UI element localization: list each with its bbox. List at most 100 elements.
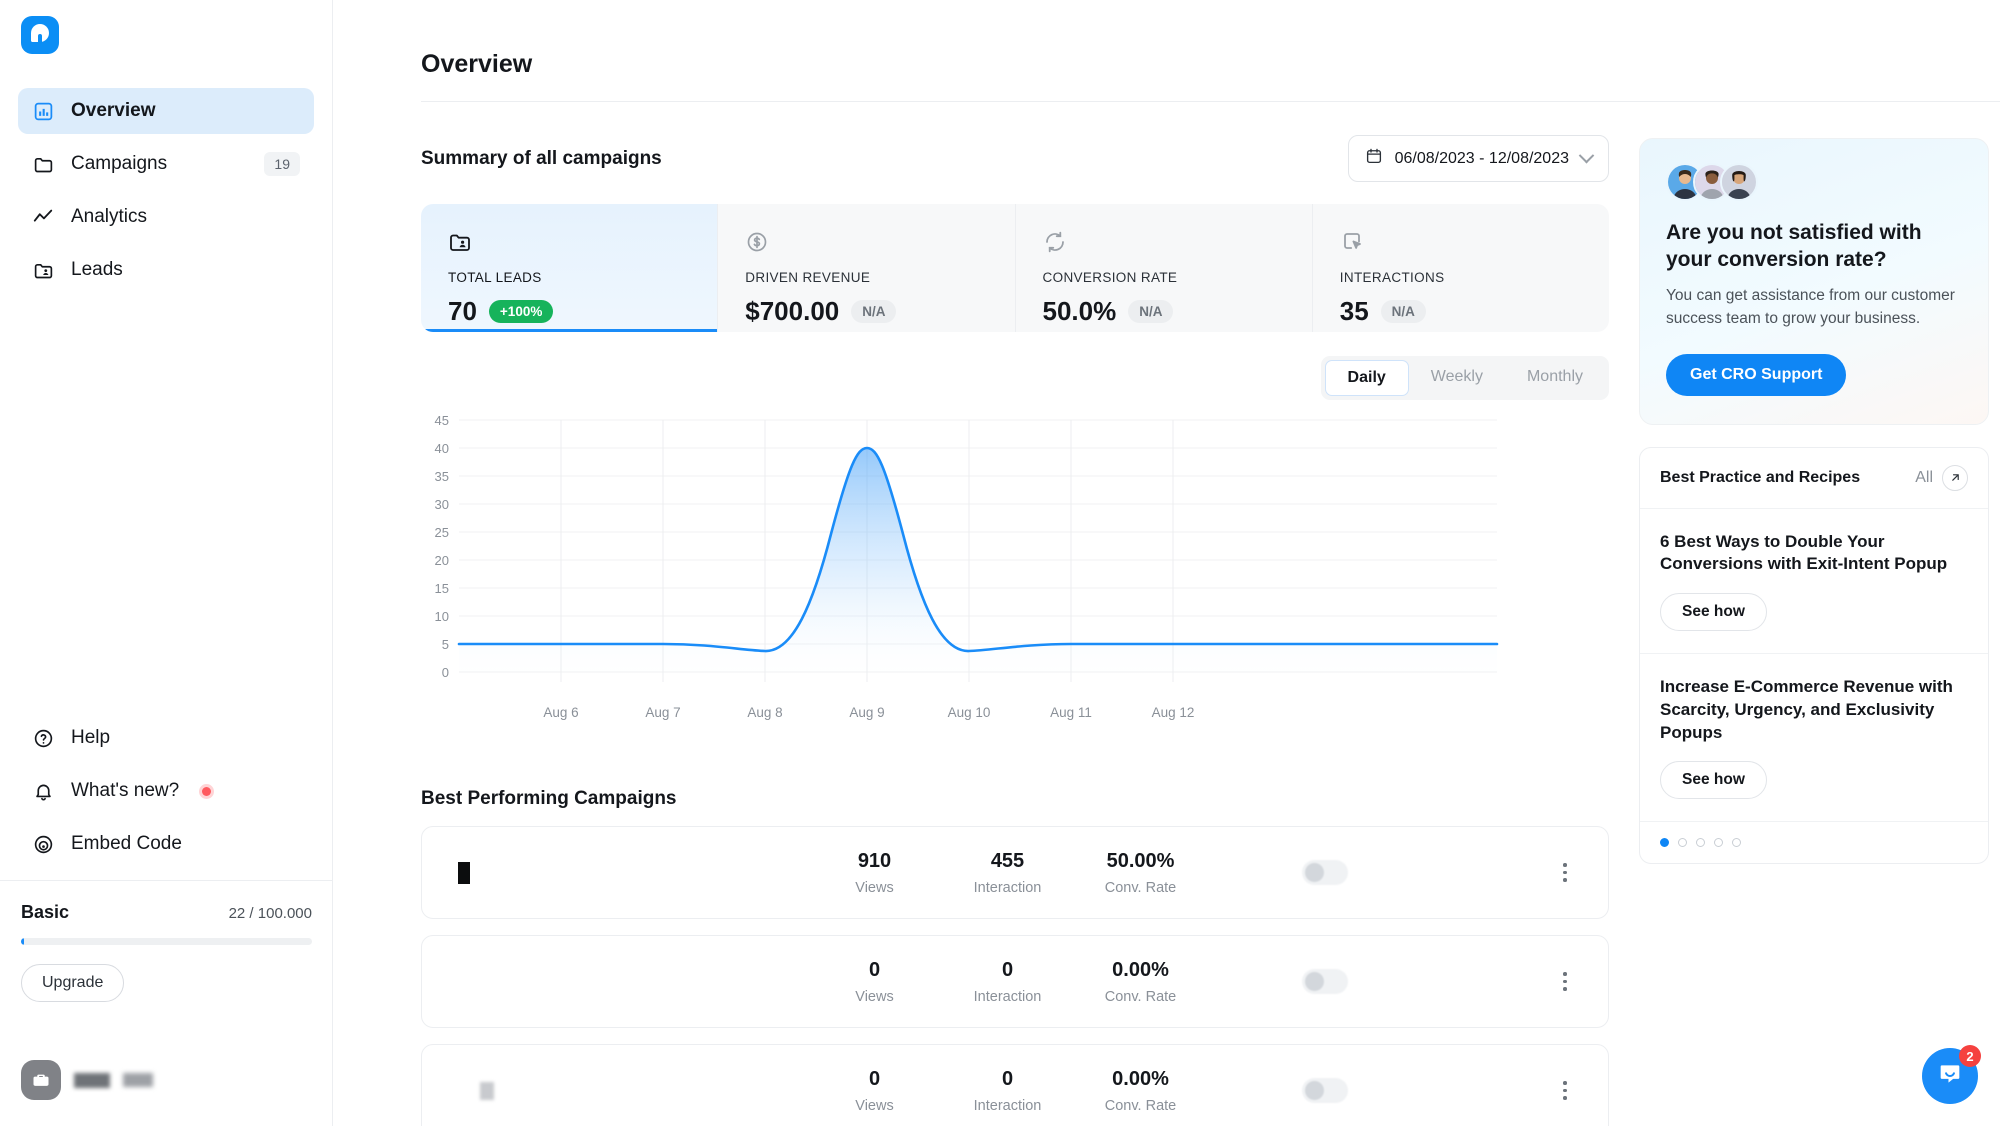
kpi-value: 70 bbox=[448, 296, 477, 326]
see-how-button[interactable]: See how bbox=[1660, 761, 1767, 800]
table-row[interactable]: 0 Views 0 Interaction 0.00% Conv. Rate bbox=[421, 1044, 1609, 1126]
views-label: Views bbox=[855, 1097, 894, 1114]
sidebar-item-help[interactable]: Help bbox=[18, 715, 315, 761]
toggle-cell bbox=[1207, 860, 1552, 885]
new-indicator-dot bbox=[202, 786, 212, 796]
interaction-label: Interaction bbox=[973, 988, 1042, 1005]
svg-text:20: 20 bbox=[435, 553, 449, 568]
kpi-value-row: 50.0% N/A bbox=[1043, 296, 1285, 327]
sidebar-item-whats-new[interactable]: What's new? bbox=[18, 768, 315, 814]
svg-text:30: 30 bbox=[435, 497, 449, 512]
kpi-card-total-leads[interactable]: TOTAL LEADS 70 +100% bbox=[421, 204, 719, 332]
sidebar-item-label: Campaigns bbox=[71, 153, 168, 174]
chart-x-axis-labels: Aug 6 Aug 7 Aug 8 Aug 9 Aug 10 Aug 11 Au… bbox=[543, 705, 1194, 720]
best-practice-all-link[interactable]: All bbox=[1915, 464, 1968, 491]
kpi-label: DRIVEN REVENUE bbox=[745, 270, 871, 285]
sidebar-nav: Overview Campaigns 19 Analytics Leads bbox=[0, 88, 332, 300]
brand-logo-icon[interactable] bbox=[21, 16, 59, 54]
svg-text:Aug 7: Aug 7 bbox=[645, 705, 680, 720]
content-columns: Summary of all campaigns 06/08/2023 - 12… bbox=[333, 102, 2000, 1126]
carousel-dot[interactable] bbox=[1660, 838, 1669, 848]
row-menu-icon[interactable] bbox=[1552, 1081, 1578, 1100]
left-column: Summary of all campaigns 06/08/2023 - 12… bbox=[421, 102, 1609, 1126]
campaign-name-cell bbox=[458, 1081, 808, 1100]
date-range-picker[interactable]: 06/08/2023 - 12/08/2023 bbox=[1347, 135, 1609, 182]
table-row[interactable]: 910 Views 455 Interaction 50.00% Conv. R… bbox=[421, 826, 1609, 919]
interaction-cell: 0 Interaction bbox=[941, 1068, 1074, 1114]
chart-bar-icon bbox=[32, 100, 54, 122]
interaction-value: 0 bbox=[1001, 958, 1014, 981]
sidebar-item-overview[interactable]: Overview bbox=[18, 88, 314, 134]
account-section[interactable] bbox=[21, 1060, 153, 1100]
list-item: 6 Best Ways to Double Your Conversions w… bbox=[1640, 509, 1988, 655]
folder-user-icon bbox=[32, 259, 54, 281]
sidebar-item-label: Help bbox=[71, 727, 111, 748]
sidebar-item-label: Leads bbox=[71, 259, 123, 280]
row-menu-icon[interactable] bbox=[1552, 972, 1578, 991]
carousel-dot[interactable] bbox=[1714, 838, 1723, 848]
cursor-click-icon bbox=[1340, 230, 1582, 256]
campaign-status-toggle[interactable] bbox=[1302, 1078, 1348, 1103]
campaign-status-toggle[interactable] bbox=[1302, 969, 1348, 994]
carousel-dot[interactable] bbox=[1696, 838, 1705, 848]
views-value: 910 bbox=[857, 849, 892, 872]
kpi-change-badge: N/A bbox=[851, 300, 897, 323]
kpi-value: 50.0% bbox=[1042, 296, 1117, 326]
campaigns-count-badge: 19 bbox=[264, 152, 300, 176]
see-how-button[interactable]: See how bbox=[1660, 593, 1767, 632]
kpi-card-driven-revenue[interactable]: DRIVEN REVENUE $700.00 N/A bbox=[718, 204, 1016, 332]
avatar bbox=[1720, 163, 1758, 201]
get-cro-support-button[interactable]: Get CRO Support bbox=[1666, 353, 1847, 396]
upgrade-button[interactable]: Upgrade bbox=[21, 964, 125, 1002]
sidebar-item-embed-code[interactable]: Embed Code bbox=[18, 821, 315, 867]
campaign-name-placeholder bbox=[458, 861, 470, 884]
kpi-card-interactions[interactable]: INTERACTIONS 35 N/A bbox=[1312, 204, 1609, 332]
svg-text:25: 25 bbox=[435, 525, 449, 540]
kpi-value-row: $700.00 N/A bbox=[745, 296, 987, 327]
sidebar-item-campaigns[interactable]: Campaigns 19 bbox=[18, 141, 314, 187]
views-cell: 0 Views bbox=[808, 1068, 941, 1114]
svg-text:Aug 11: Aug 11 bbox=[1050, 705, 1092, 720]
arrow-up-right-icon bbox=[1942, 464, 1968, 491]
main-content: Overview Summary of all campaigns 06/08/… bbox=[333, 0, 2000, 1126]
tab-monthly[interactable]: Monthly bbox=[1505, 360, 1605, 396]
views-cell: 910 Views bbox=[808, 850, 941, 896]
chat-unread-badge: 2 bbox=[1959, 1045, 1981, 1067]
table-row[interactable]: 0 Views 0 Interaction 0.00% Conv. Rate bbox=[421, 935, 1609, 1028]
sidebar-item-analytics[interactable]: Analytics bbox=[18, 194, 314, 240]
summary-title: Summary of all campaigns bbox=[421, 147, 662, 169]
best-practice-card: Best Practice and Recipes All 6 Best Way… bbox=[1639, 446, 1989, 865]
kpi-label: TOTAL LEADS bbox=[448, 270, 542, 285]
folder-user-icon bbox=[448, 230, 690, 256]
campaign-status-toggle[interactable] bbox=[1302, 860, 1348, 885]
carousel-dot[interactable] bbox=[1732, 838, 1741, 848]
best-performing-title: Best Performing Campaigns bbox=[421, 788, 677, 809]
dollar-circle-icon bbox=[745, 230, 987, 256]
carousel-dot[interactable] bbox=[1678, 838, 1687, 848]
article-title: Increase E-Commerce Revenue with Scarcit… bbox=[1660, 677, 1953, 742]
chart-line-series bbox=[457, 446, 1499, 653]
svg-text:15: 15 bbox=[435, 581, 449, 596]
sidebar-item-leads[interactable]: Leads bbox=[18, 247, 314, 293]
kpi-label: CONVERSION RATE bbox=[1042, 270, 1178, 285]
bell-icon bbox=[32, 780, 54, 802]
kpi-card-conversion-rate[interactable]: CONVERSION RATE 50.0% N/A bbox=[1015, 204, 1313, 332]
sidebar-item-label: Analytics bbox=[71, 206, 148, 227]
all-label: All bbox=[1915, 468, 1933, 486]
kpi-change-badge: N/A bbox=[1380, 300, 1426, 323]
views-value: 0 bbox=[868, 1067, 881, 1090]
tab-weekly[interactable]: Weekly bbox=[1409, 360, 1505, 396]
tab-daily[interactable]: Daily bbox=[1324, 360, 1409, 396]
plan-section: Basic 22 / 100.000 Upgrade bbox=[0, 880, 333, 1126]
leads-area-chart[interactable]: 45 40 35 30 25 20 15 10 5 0 Aug 6 Aug 7 … bbox=[421, 414, 1609, 744]
avatar bbox=[21, 1060, 61, 1100]
account-meta-placeholder bbox=[123, 1073, 153, 1087]
row-menu-icon[interactable] bbox=[1552, 863, 1578, 882]
svg-text:40: 40 bbox=[435, 441, 449, 456]
cro-promo-card: Are you not satisfied with your conversi… bbox=[1639, 138, 1989, 425]
interaction-label: Interaction bbox=[973, 1097, 1042, 1114]
folder-icon bbox=[32, 153, 54, 175]
kpi-value: 35 bbox=[1339, 296, 1369, 326]
chat-widget-button[interactable]: 2 bbox=[1922, 1045, 1981, 1104]
interaction-label: Interaction bbox=[973, 879, 1042, 896]
